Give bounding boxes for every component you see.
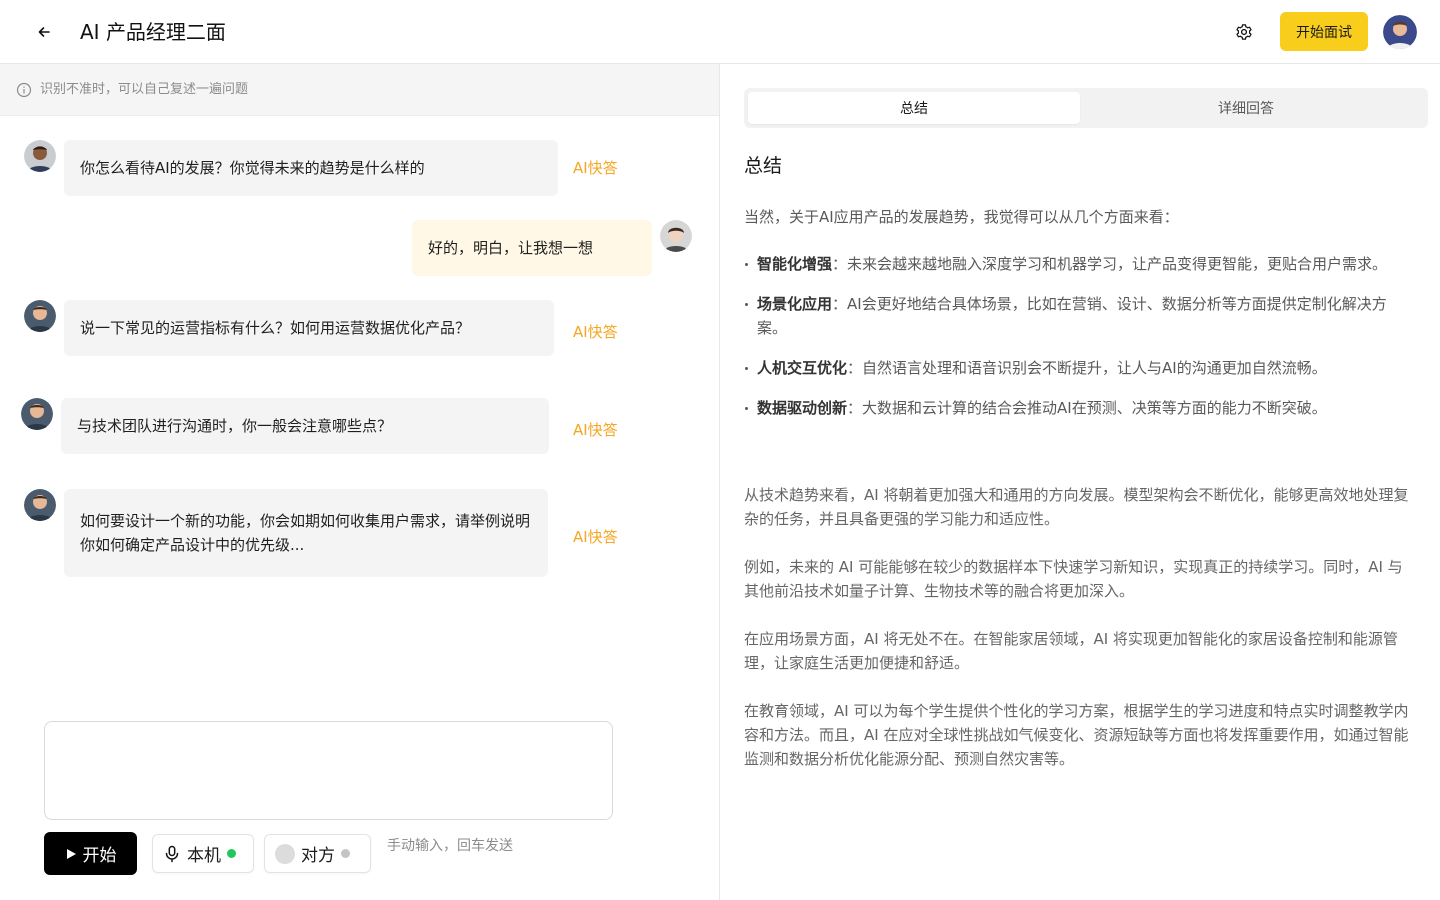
summary-bullet: 智能化增强：未来会越来越地融入深度学习和机器学习，让产品变得更智能，更贴合用户需… bbox=[744, 252, 1416, 276]
bullet-text: ：未来会越来越地融入深度学习和机器学习，让产品变得更智能，更贴合用户需求。 bbox=[832, 255, 1388, 273]
back-button[interactable] bbox=[32, 20, 56, 44]
local-label: 本机 bbox=[187, 846, 221, 866]
summary-intro: 当然，关于AI应用产品的发展趋势，我觉得可以从几个方面来看： bbox=[744, 208, 1179, 226]
self-avatar-icon bbox=[660, 220, 692, 252]
summary-bullet: 人机交互优化：自然语言处理和语音识别会不断提升，让人与AI的沟通更加自然流畅。 bbox=[744, 356, 1416, 380]
interviewer-avatar-icon bbox=[21, 398, 53, 430]
interviewer-avatar bbox=[24, 300, 56, 332]
start-button[interactable]: 开始 bbox=[44, 832, 137, 875]
play-icon bbox=[66, 848, 76, 859]
message-text: 好的，明白，让我想一想 bbox=[428, 239, 594, 257]
interviewer-avatar-icon bbox=[24, 140, 56, 172]
ai-quick-answer-button[interactable]: AI快答 bbox=[573, 320, 618, 344]
summary-heading: 总结 bbox=[744, 155, 783, 177]
start-interview-button[interactable]: 开始面试 bbox=[1280, 12, 1368, 51]
bullet-text: ：自然语言处理和语音识别会不断提升，让人与AI的沟通更加自然流畅。 bbox=[847, 359, 1327, 377]
bullet-text: ：大数据和云计算的结合会推动AI在预测、决策等方面的能力不断突破。 bbox=[847, 399, 1327, 417]
gear-icon bbox=[1236, 24, 1252, 40]
message-text: 如何要设计一个新的功能，你会如期如何收集用户需求，请举例说明你如何确定产品设计中… bbox=[80, 512, 531, 554]
summary-paragraph: 从技术趋势来看，AI 将朝着更加强大和通用的方向发展。模型架构会不断优化，能够更… bbox=[744, 486, 1409, 528]
self-avatar bbox=[660, 220, 692, 252]
ai-quick-answer-button[interactable]: AI快答 bbox=[573, 525, 618, 549]
interviewer-avatar bbox=[24, 140, 56, 172]
message-bubble: 如何要设计一个新的功能，你会如期如何收集用户需求，请举例说明你如何确定产品设计中… bbox=[64, 489, 548, 577]
summary-paragraph: 在应用场景方面，AI 将无处不在。在智能家居领域，AI 将实现更加智能化的家居设… bbox=[744, 630, 1398, 672]
microphone-icon bbox=[165, 845, 179, 862]
interviewer-avatar-icon bbox=[24, 489, 56, 521]
chat-panel: 识别不准时，可以自己复述一遍问题 你怎么看待AI的发展？你觉得未来的趋势是什么样… bbox=[0, 64, 720, 900]
tab-summary[interactable]: 总结 bbox=[748, 92, 1080, 124]
remote-audio-toggle[interactable]: 对方 bbox=[264, 834, 371, 873]
start-label: 开始 bbox=[82, 846, 117, 866]
arrow-left-icon bbox=[38, 27, 50, 37]
remote-label: 对方 bbox=[301, 846, 335, 866]
bullet-text: ：AI会更好地结合具体场景，比如在营销、设计、数据分析等方面提供定制化解决方案。 bbox=[757, 295, 1387, 337]
user-avatar[interactable] bbox=[1383, 15, 1417, 49]
message-bubble-self: 好的，明白，让我想一想 bbox=[412, 220, 652, 276]
top-header: AI 产品经理二面 开始面试 bbox=[0, 0, 1440, 64]
local-status-dot bbox=[227, 849, 236, 858]
interviewer-avatar bbox=[24, 489, 56, 521]
ai-quick-answer-button[interactable]: AI快答 bbox=[573, 418, 618, 442]
hint-bar: 识别不准时，可以自己复述一遍问题 bbox=[0, 64, 719, 116]
local-mic-toggle[interactable]: 本机 bbox=[152, 834, 254, 873]
tab-detailed-answer[interactable]: 详细回答 bbox=[1080, 92, 1412, 124]
bullet-title: 场景化应用 bbox=[757, 295, 833, 313]
user-avatar-icon bbox=[1383, 15, 1417, 49]
message-text: 与技术团队进行沟通时，你一般会注意哪些点？ bbox=[77, 417, 393, 435]
interviewer-avatar bbox=[21, 398, 53, 430]
message-bubble: 与技术团队进行沟通时，你一般会注意哪些点？ bbox=[61, 398, 549, 454]
info-icon bbox=[16, 82, 32, 98]
summary-bullet: 场景化应用：AI会更好地结合具体场景，比如在营销、设计、数据分析等方面提供定制化… bbox=[744, 292, 1416, 340]
settings-button[interactable] bbox=[1232, 20, 1256, 44]
bullet-title: 智能化增强 bbox=[757, 255, 833, 273]
message-bubble: 你怎么看待AI的发展？你觉得未来的趋势是什么样的 bbox=[64, 140, 558, 196]
message-input[interactable] bbox=[44, 721, 613, 820]
answer-tabs: 总结 详细回答 bbox=[744, 88, 1428, 128]
summary-paragraphs: 从技术趋势来看，AI 将朝着更加强大和通用的方向发展。模型架构会不断优化，能够更… bbox=[744, 483, 1416, 795]
bullet-title: 数据驱动创新 bbox=[757, 399, 848, 417]
summary-bullets: 智能化增强：未来会越来越地融入深度学习和机器学习，让产品变得更智能，更贴合用户需… bbox=[744, 252, 1416, 436]
interviewer-avatar-icon bbox=[24, 300, 56, 332]
bullet-title: 人机交互优化 bbox=[757, 359, 848, 377]
remote-audio-icon bbox=[275, 843, 295, 864]
summary-paragraph: 例如，未来的 AI 可能能够在较少的数据样本下快速学习新知识，实现真正的持续学习… bbox=[744, 558, 1403, 600]
message-text: 你怎么看待AI的发展？你觉得未来的趋势是什么样的 bbox=[80, 159, 425, 177]
answer-panel: 总结 详细回答 总结 当然，关于AI应用产品的发展趋势，我觉得可以从几个方面来看… bbox=[721, 64, 1440, 900]
page-title: AI 产品经理二面 bbox=[80, 20, 226, 44]
input-hint: 手动输入，回车发送 bbox=[387, 838, 513, 854]
remote-status-dot bbox=[341, 849, 350, 858]
ai-quick-answer-button[interactable]: AI快答 bbox=[573, 156, 618, 180]
message-text: 说一下常见的运营指标有什么？如何用运营数据优化产品？ bbox=[80, 319, 471, 337]
message-bubble: 说一下常见的运营指标有什么？如何用运营数据优化产品？ bbox=[64, 300, 554, 356]
hint-text: 识别不准时，可以自己复述一遍问题 bbox=[40, 82, 249, 97]
summary-paragraph: 在教育领域，AI 可以为每个学生提供个性化的学习方案，根据学生的学习进度和特点实… bbox=[744, 702, 1409, 768]
summary-bullet: 数据驱动创新：大数据和云计算的结合会推动AI在预测、决策等方面的能力不断突破。 bbox=[744, 396, 1416, 420]
